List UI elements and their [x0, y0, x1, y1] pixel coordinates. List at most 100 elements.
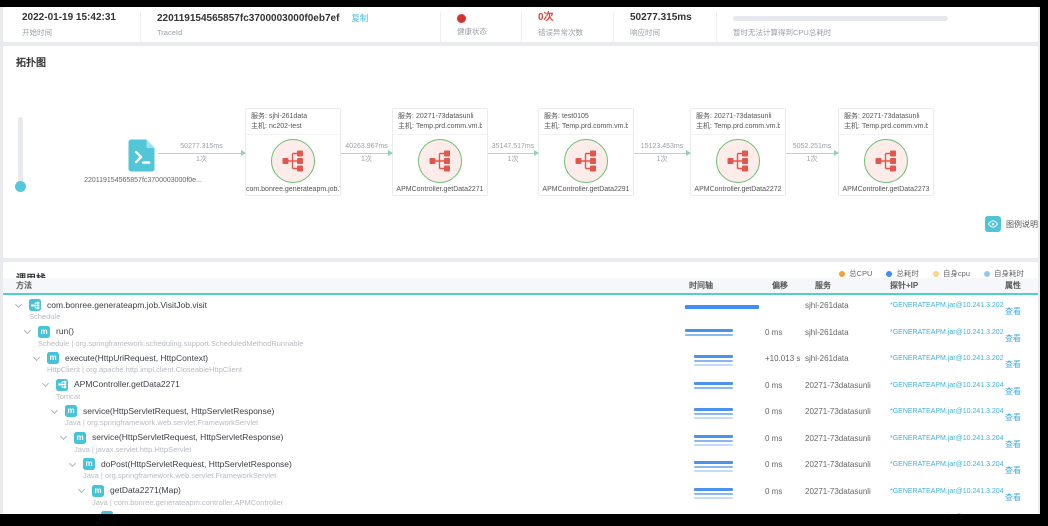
service-name: sjhl-261data	[805, 350, 890, 363]
method-detail: Java | org.springframework.web.servlet.F…	[3, 471, 685, 481]
letterbox-bottom	[0, 514, 1048, 526]
chevron-down-icon[interactable]	[51, 406, 58, 413]
copy-trace-id-link[interactable]: 复制	[351, 13, 368, 23]
edge-arrow	[341, 153, 392, 154]
topology-edge: 50277.315ms 1次	[158, 142, 245, 164]
error-count-value: 0次	[538, 12, 613, 24]
script-entry-icon[interactable]	[128, 139, 156, 172]
probe-ip-link[interactable]: *GENERATEAPM.jar@10.241.3.204	[890, 456, 1000, 468]
edge-duration-label: 5052.251ms	[786, 142, 838, 151]
method-cell: m doPost(HttpServletRequest, HttpServlet…	[3, 456, 685, 481]
callstack-row: m doPost(HttpServletRequest, HttpServlet…	[3, 456, 1038, 483]
node-method-label: APMController.getData2271	[393, 186, 487, 193]
view-attributes-link[interactable]: 查看	[1005, 307, 1021, 316]
service-name: sjhl-261data	[805, 324, 890, 337]
chevron-down-icon[interactable]	[69, 459, 76, 466]
topology-zoom-slider[interactable]	[18, 117, 23, 188]
service-name: sjhl-261data	[805, 297, 890, 310]
service-name: 20271-73datasunli	[805, 456, 890, 469]
method-icon	[56, 379, 68, 391]
column-offset: 偏移	[765, 280, 805, 291]
method-name[interactable]: com.bonree.generateapm.job.VisitJob.visi…	[47, 300, 207, 311]
probe-ip-link[interactable]: *GENERATEAPM.jar@10.241.3.202	[890, 297, 1000, 309]
service-value: 20271-73datasunli	[862, 113, 920, 120]
topology-node[interactable]: 服务:test0105 主机:Temp.prd.comm.vm.by.idc.b…	[538, 108, 634, 196]
chevron-down-icon[interactable]	[15, 300, 22, 307]
probe-ip-link[interactable]: *GENERATEAPM.jar@10.241.3.202	[890, 324, 1000, 336]
legend-dot	[933, 271, 939, 277]
service-instance-icon[interactable]	[864, 139, 908, 183]
letterbox-top	[0, 0, 1048, 7]
health-status-label: 健康状态	[457, 26, 521, 37]
method-name[interactable]: service(HttpServletRequest, HttpServletR…	[92, 432, 283, 443]
view-attributes-link[interactable]: 查看	[1005, 440, 1021, 449]
service-instance-icon[interactable]	[716, 139, 760, 183]
chevron-down-icon[interactable]	[60, 433, 67, 440]
method-cell: com.bonree.generateapm.job.VisitJob.visi…	[3, 297, 685, 322]
method-name[interactable]: execute(HttpUriRequest, HttpContext)	[65, 353, 208, 364]
offset-value: 0 ms	[765, 324, 805, 337]
view-attributes-link[interactable]: 查看	[1005, 413, 1021, 422]
method-name[interactable]: service(HttpServletRequest, HttpServletR…	[83, 406, 274, 417]
column-timeline: 时间轴	[685, 280, 765, 291]
topology-node[interactable]: 服务:20271-73datasunli 主机:Temp.prd.comm.vm…	[838, 108, 934, 196]
response-time-value: 50277.315ms	[630, 12, 716, 24]
probe-ip-link[interactable]: *GENERATEAPM.jar@10.241.3.204	[890, 403, 1000, 415]
probe-ip-link[interactable]: *GENERATEAPM.jar@10.241.3.202	[890, 350, 1000, 362]
callstack-row: m service(HttpServletRequest, HttpServle…	[3, 430, 1038, 457]
probe-ip-link[interactable]: *GENERATEAPM.jar@10.241.3.204	[890, 430, 1000, 442]
topology-node[interactable]: 服务:20271-73datasunli 主机:Temp.prd.comm.vm…	[690, 108, 786, 196]
method-icon	[29, 299, 41, 311]
entry-trace-label: 220119154565857fc3700003000f0e...	[58, 177, 228, 184]
host-prefix: 主机:	[251, 123, 267, 130]
view-attributes-link[interactable]: 查看	[1005, 387, 1021, 396]
service-value: sjhl-261data	[269, 113, 307, 120]
edge-count-label: 1次	[786, 155, 838, 164]
chevron-down-icon[interactable]	[78, 486, 85, 493]
topology-node[interactable]: 服务:sjhl-261data 主机:nc202-test com.bonree…	[245, 108, 341, 196]
method-name[interactable]: run()	[56, 326, 74, 337]
method-name[interactable]: APMController.getData2271	[74, 379, 180, 390]
edge-arrow	[634, 153, 690, 154]
service-instance-icon[interactable]	[564, 139, 608, 183]
node-header: 服务:sjhl-261data 主机:nc202-test	[246, 109, 340, 135]
legend-help-button[interactable]: 图例说明	[985, 216, 1038, 232]
method-cell: m service(HttpServletRequest, HttpServle…	[3, 403, 685, 428]
probe-ip-link[interactable]: *GENERATEAPM.jar@10.241.3.204	[890, 483, 1000, 495]
method-detail: HttpClient | org.apache.http.impl.client…	[3, 365, 685, 375]
callstack-row: m getData2271(Map) Java | com.bonree.gen…	[3, 483, 1038, 510]
probe-ip-link[interactable]: *GENERATEAPM.jar@10.241.3.204	[890, 377, 1000, 389]
method-icon: m	[65, 405, 77, 417]
host-value: Temp.prd.comm.vm.by.idc.b...	[714, 123, 780, 130]
method-name[interactable]: getData2271(Map)	[110, 485, 181, 496]
method-icon: m	[74, 432, 86, 444]
node-method-label: APMController.getData2272	[691, 186, 785, 193]
view-attributes-link[interactable]: 查看	[1005, 493, 1021, 502]
service-instance-icon[interactable]	[418, 139, 462, 183]
edge-count-label: 1次	[158, 155, 245, 164]
zoom-slider-handle[interactable]	[15, 181, 26, 192]
letterbox-right	[1040, 0, 1048, 526]
offset-value: 0 ms	[765, 377, 805, 390]
chevron-down-icon[interactable]	[42, 380, 49, 387]
start-time-value: 2022-01-19 15:42:31	[22, 12, 140, 24]
view-attributes-link[interactable]: 查看	[1005, 360, 1021, 369]
view-attributes-link[interactable]: 查看	[1005, 334, 1021, 343]
method-name[interactable]: doPost(HttpServletRequest, HttpServletRe…	[101, 459, 292, 470]
view-attributes-link[interactable]: 查看	[1005, 466, 1021, 475]
callstack-row: m execute(HttpUriRequest, HttpContext) H…	[3, 350, 1038, 377]
service-instance-icon[interactable]	[271, 139, 315, 183]
host-value: Temp.prd.comm.vm.by.idc.b...	[416, 123, 482, 130]
service-value: test0105	[562, 113, 589, 120]
edge-count-label: 1次	[488, 155, 538, 164]
chevron-down-icon[interactable]	[24, 327, 31, 334]
host-prefix: 主机:	[696, 123, 712, 130]
host-prefix: 主机:	[398, 123, 414, 130]
topology-edge: 40263.967ms 1次	[341, 142, 392, 164]
topology-node[interactable]: 服务:20271-73datasunli 主机:Temp.prd.comm.vm…	[392, 108, 488, 196]
node-header: 服务:20271-73datasunli 主机:Temp.prd.comm.vm…	[691, 109, 785, 135]
edge-arrow	[786, 153, 838, 154]
chevron-down-icon[interactable]	[33, 353, 40, 360]
method-cell: m run() Schedule | org.springframework.s…	[3, 324, 685, 349]
offset-value	[765, 297, 805, 301]
